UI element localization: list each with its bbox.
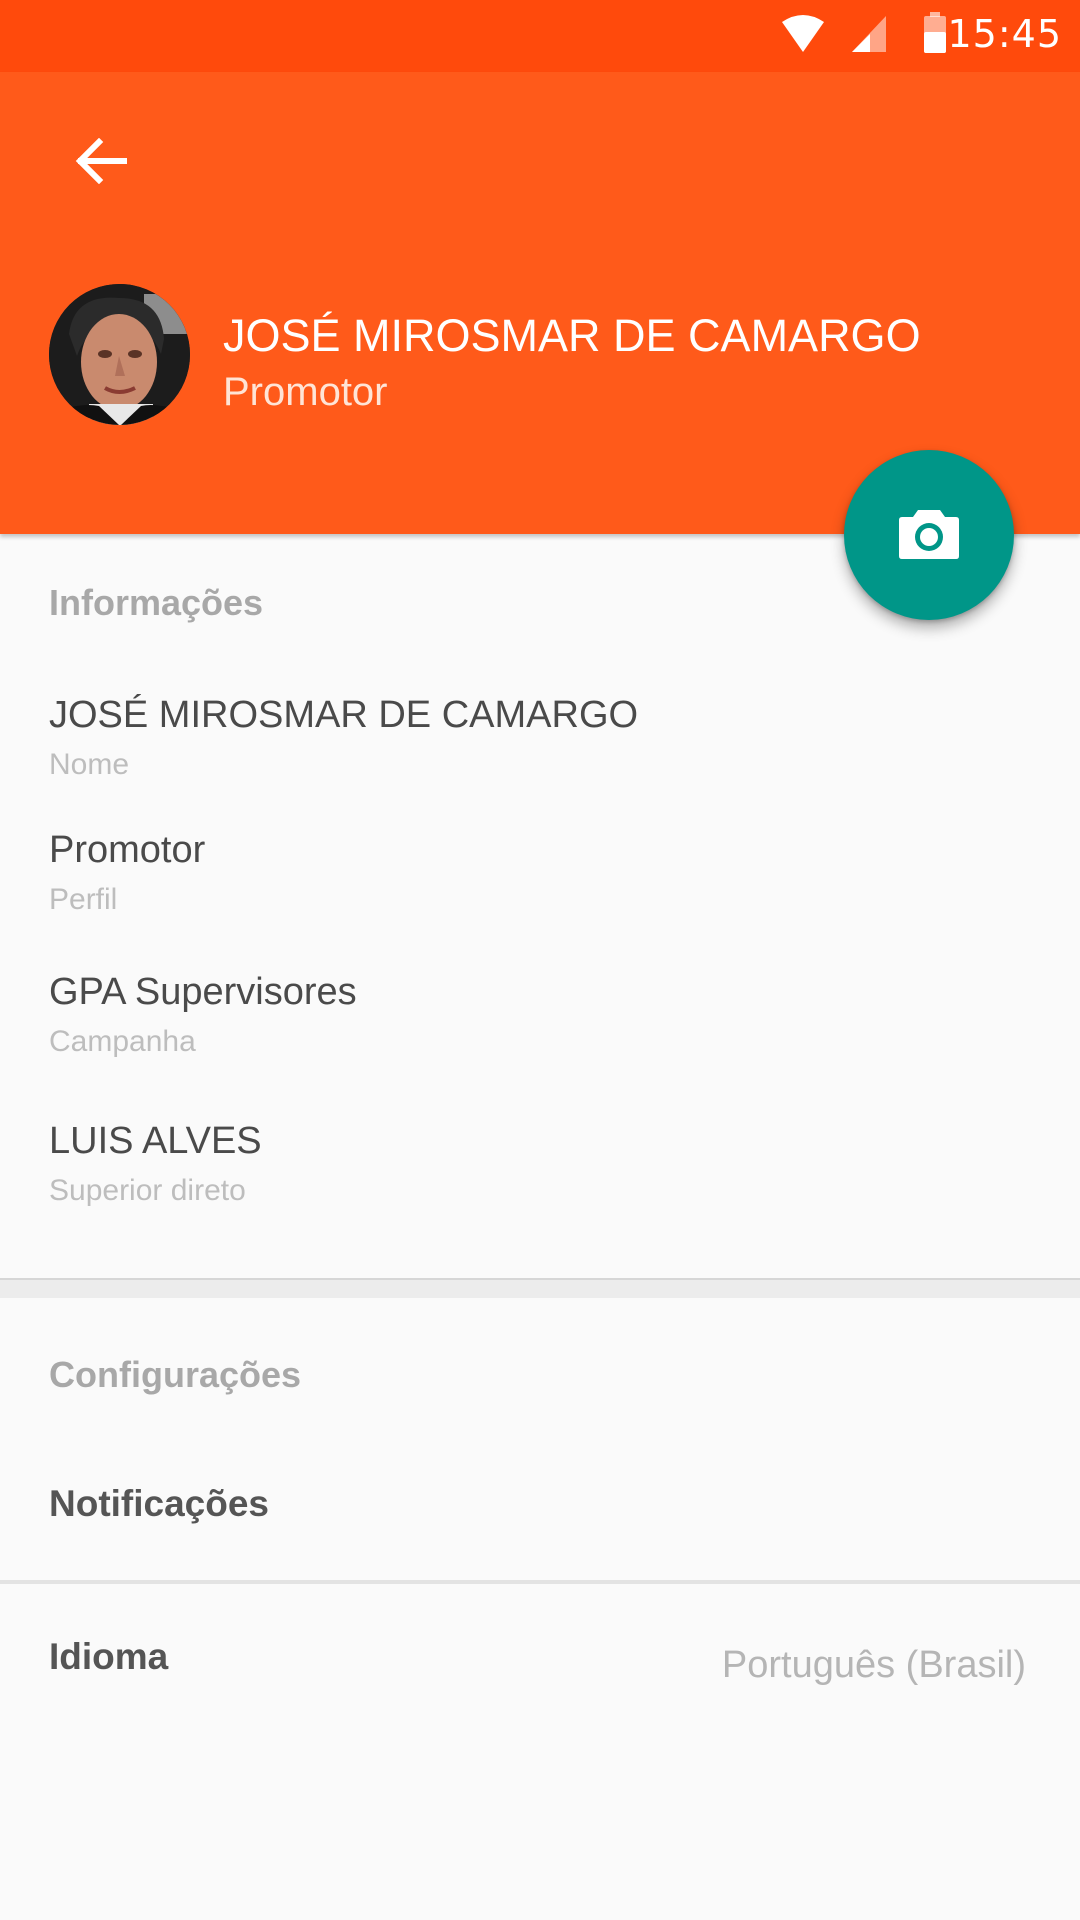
info-value: Promotor [49, 829, 206, 871]
header-role: Promotor [223, 370, 388, 414]
back-button[interactable] [58, 120, 144, 206]
status-time: 15:45 [947, 12, 1062, 56]
header-name: JOSÉ MIROSMAR DE CAMARGO [223, 310, 921, 361]
language-value: Português (Brasil) [721, 1644, 1026, 1686]
info-value: LUIS ALVES [49, 1120, 262, 1162]
wifi-icon [780, 14, 826, 59]
signal-icon [850, 14, 888, 59]
language-label: Idioma [49, 1636, 169, 1677]
avatar[interactable] [49, 284, 190, 425]
info-section-title: Informações [49, 582, 264, 623]
row-divider [0, 1580, 1080, 1584]
info-label: Superior direto [49, 1174, 246, 1207]
change-photo-button[interactable] [844, 450, 1014, 620]
arrow-left-icon [75, 137, 128, 189]
status-bar: 15:45 [0, 0, 1080, 72]
settings-section-title: Configurações [49, 1354, 302, 1395]
info-value: JOSÉ MIROSMAR DE CAMARGO [49, 694, 639, 736]
info-label: Perfil [49, 883, 118, 916]
camera-icon [898, 506, 960, 565]
info-value: GPA Supervisores [49, 971, 357, 1013]
battery-icon [922, 12, 948, 59]
info-label: Campanha [49, 1025, 196, 1058]
info-label: Nome [49, 748, 130, 781]
section-divider [0, 1278, 1080, 1298]
notifications-label: Notificações [49, 1483, 270, 1524]
